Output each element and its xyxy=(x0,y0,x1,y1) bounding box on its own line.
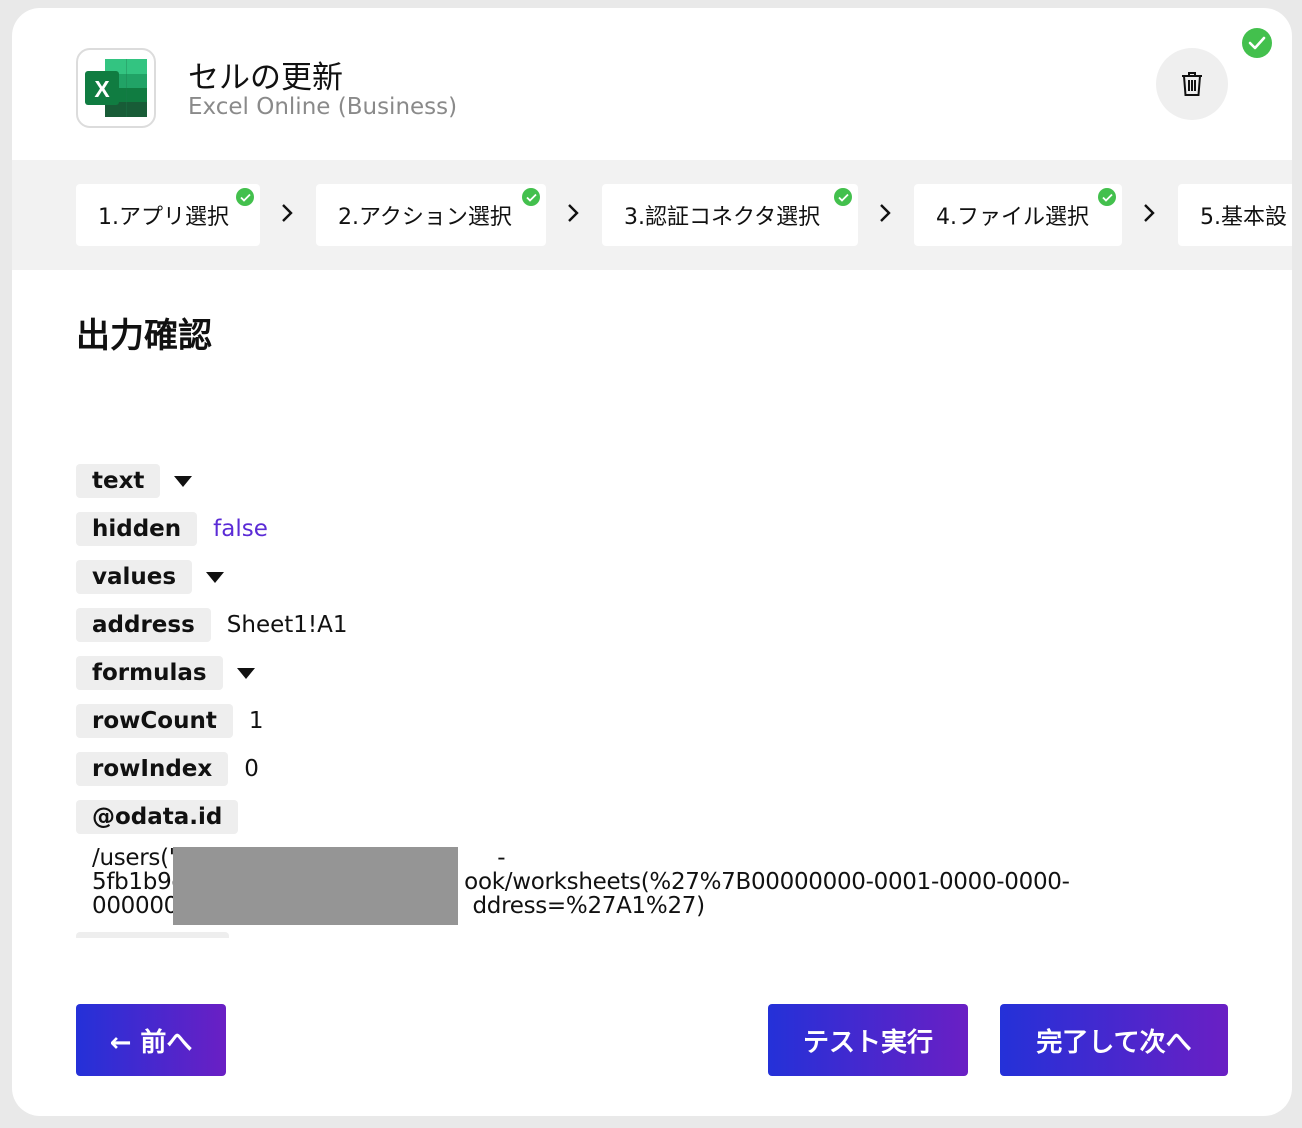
caret-down-icon[interactable] xyxy=(174,475,193,487)
step-bar: 1.アプリ選択 2.アクション選択 3.認証コネクタ選択 4.ファイル選択 5.… xyxy=(12,160,1292,270)
output-value: 0 xyxy=(244,756,259,782)
step-connector-select[interactable]: 3.認証コネクタ選択 xyxy=(602,184,858,246)
output-tree[interactable]: text hidden false values address Sheet1!… xyxy=(76,454,1226,938)
complete-next-button[interactable]: 完了して次へ xyxy=(1000,1004,1228,1076)
step-label: 5.基本設 xyxy=(1200,205,1287,230)
output-key: text xyxy=(76,464,161,498)
step-app-select[interactable]: 1.アプリ選択 xyxy=(76,184,260,246)
output-row-rowindex: rowIndex 0 xyxy=(76,752,259,786)
test-run-button[interactable]: テスト実行 xyxy=(768,1004,968,1076)
output-row-rowcount: rowCount 1 xyxy=(76,704,263,738)
excel-icon: X xyxy=(76,48,156,128)
output-key: hidden xyxy=(76,512,198,546)
output-value: Sheet1!A1 xyxy=(226,612,348,638)
redaction-block xyxy=(173,847,458,925)
caret-down-icon[interactable] xyxy=(236,667,255,679)
output-row-address: address Sheet1!A1 xyxy=(76,608,348,642)
output-key: rowIndex xyxy=(76,752,229,786)
output-key: formulas xyxy=(76,656,223,690)
trash-icon xyxy=(1182,72,1202,96)
chevron-right-icon xyxy=(282,204,293,222)
step-action-select[interactable]: 2.アクション選択 xyxy=(316,184,546,246)
step-label: 3.認証コネクタ選択 xyxy=(624,205,821,230)
output-row-hidden: hidden false xyxy=(76,512,268,546)
caret-down-icon[interactable] xyxy=(206,571,225,583)
step-label: 2.アクション選択 xyxy=(338,205,512,230)
output-row-values: values xyxy=(76,560,225,594)
app-name: Excel Online (Business) xyxy=(188,94,458,120)
step-check-icon xyxy=(1098,188,1116,206)
step-check-icon xyxy=(236,188,254,206)
chevron-right-icon xyxy=(568,204,579,222)
output-row-cellcount: cellCount 1 xyxy=(76,932,260,938)
output-key: @odata.id xyxy=(76,800,239,834)
output-row-text: text xyxy=(76,464,193,498)
output-value: 1 xyxy=(248,708,264,734)
step-check-icon xyxy=(834,188,852,206)
output-key: rowCount xyxy=(76,704,233,738)
prev-button[interactable]: ← 前へ xyxy=(76,1004,226,1076)
output-value: 1 xyxy=(245,936,260,938)
output-row-formulas: formulas xyxy=(76,656,255,690)
output-key: cellCount xyxy=(76,932,230,938)
step-check-icon xyxy=(522,188,540,206)
status-check-icon xyxy=(1242,28,1272,58)
output-key: values xyxy=(76,560,193,594)
output-row-odata-id: @odata.id xyxy=(76,800,239,834)
action-card: X セルの更新 Excel Online (Business) 1.アプリ選択 … xyxy=(12,8,1292,1116)
output-value: false xyxy=(213,516,268,542)
chevron-right-icon xyxy=(880,204,891,222)
output-key: address xyxy=(76,608,211,642)
page-title: セルの更新 xyxy=(188,60,343,96)
step-basic-settings[interactable]: 5.基本設 xyxy=(1178,184,1292,246)
delete-button[interactable] xyxy=(1156,48,1228,120)
step-label: 1.アプリ選択 xyxy=(98,205,229,230)
step-label: 4.ファイル選択 xyxy=(936,205,1089,230)
chevron-right-icon xyxy=(1144,204,1155,222)
svg-text:X: X xyxy=(94,76,110,102)
step-file-select[interactable]: 4.ファイル選択 xyxy=(914,184,1122,246)
section-title: 出力確認 xyxy=(76,316,212,356)
